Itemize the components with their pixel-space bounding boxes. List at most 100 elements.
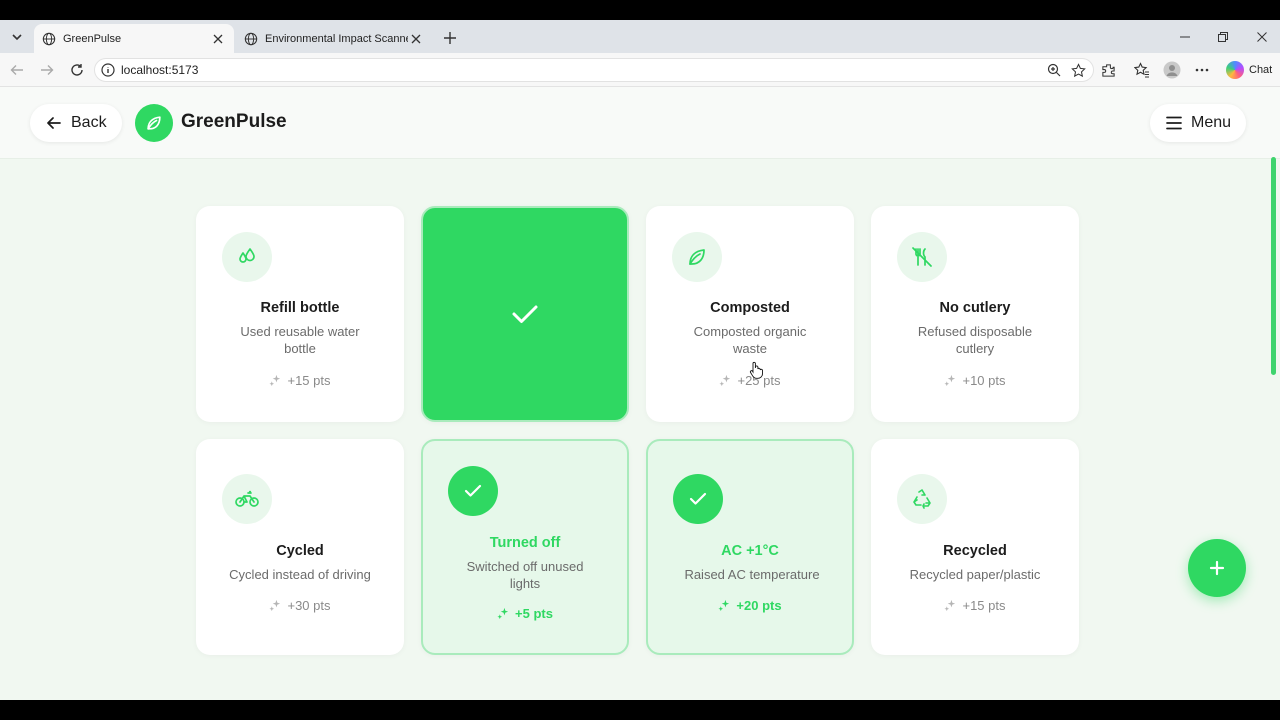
bicycle-icon: [222, 474, 272, 524]
sparkle-icon: [944, 599, 956, 612]
favorites-icon[interactable]: [1132, 60, 1152, 80]
points-text: +30 pts: [287, 598, 331, 613]
address-bar[interactable]: localhost:5173: [94, 58, 1094, 82]
menu-label: Menu: [1191, 114, 1232, 131]
reload-button[interactable]: [67, 60, 87, 80]
check-badge: [448, 466, 498, 516]
more-options-icon[interactable]: [1192, 60, 1212, 80]
back-label: Back: [71, 114, 107, 131]
sparkle-icon: [719, 374, 731, 387]
close-window-button[interactable]: [1252, 28, 1272, 46]
card-description: Switched off unused lights: [466, 559, 584, 591]
extensions-icon[interactable]: [1098, 60, 1118, 80]
card-title: AC +1°C: [721, 543, 779, 559]
sparkle-icon: [269, 374, 281, 387]
zoom-icon[interactable]: [1045, 61, 1063, 79]
sparkle-icon: [269, 599, 281, 612]
action-card-flipped[interactable]: [421, 206, 629, 422]
reload-icon: [71, 64, 83, 76]
tab-title: GreenPulse: [63, 32, 122, 45]
card-description: Raised AC temperature: [684, 567, 820, 582]
add-action-button[interactable]: [1188, 539, 1246, 597]
bookmark-star-icon[interactable]: [1069, 61, 1087, 79]
url-text: localhost:5173: [121, 63, 199, 77]
arrow-right-icon: [41, 65, 54, 75]
screen-top-border: [0, 0, 1280, 20]
points-text: +10 pts: [962, 373, 1006, 388]
sparkle-icon: [497, 607, 509, 620]
card-points: +15 pts: [871, 598, 1079, 613]
back-nav-button[interactable]: [7, 60, 27, 80]
card-title: No cutlery: [939, 300, 1011, 316]
chat-label: Chat: [1249, 64, 1273, 76]
minimize-button[interactable]: [1175, 28, 1195, 46]
app-header: Back GreenPulse Menu: [0, 87, 1280, 159]
points-text: +15 pts: [962, 598, 1006, 613]
minimize-icon: [1180, 36, 1190, 38]
action-card-recycled[interactable]: Recycled Recycled paper/plastic +15 pts: [871, 439, 1079, 655]
browser-tab-scanner[interactable]: Environmental Impact Scanner: [236, 24, 432, 53]
points-text: +5 pts: [515, 606, 553, 621]
no-cutlery-icon: [897, 232, 947, 282]
card-title: Cycled: [276, 543, 324, 559]
check-icon: [512, 305, 538, 323]
browser-tab-greenpulse[interactable]: GreenPulse: [34, 24, 234, 53]
screen-bottom-border: [0, 700, 1280, 720]
page-scrollbar[interactable]: [1271, 157, 1276, 375]
restore-button[interactable]: [1213, 28, 1233, 46]
close-icon[interactable]: [210, 31, 226, 47]
restore-icon: [1218, 32, 1228, 42]
card-description: Recycled paper/plastic: [909, 567, 1041, 582]
close-icon[interactable]: [408, 31, 424, 47]
card-points: +30 pts: [196, 598, 404, 613]
hand-cursor-icon: [749, 361, 763, 379]
tab-search-button[interactable]: [6, 26, 28, 48]
action-card-refill-bottle[interactable]: Refill bottle Used reusable water bottle…: [196, 206, 404, 422]
action-card-turned-off[interactable]: Turned off Switched off unused lights +5…: [421, 439, 629, 655]
leaf-icon: [672, 232, 722, 282]
plus-icon: [1209, 560, 1225, 576]
profile-avatar-icon[interactable]: [1162, 60, 1182, 80]
card-description: Used reusable water bottle: [240, 324, 360, 356]
hamburger-icon: [1166, 116, 1182, 130]
card-description: Cycled instead of driving: [229, 567, 371, 582]
action-card-composted[interactable]: Composted Composted organic waste +25 pt…: [646, 206, 854, 422]
points-text: +20 pts: [736, 598, 782, 613]
card-title: Recycled: [943, 543, 1007, 559]
brand-name: GreenPulse: [181, 111, 287, 132]
sparkle-icon: [944, 374, 956, 387]
points-text: +15 pts: [287, 373, 331, 388]
chevron-down-icon: [12, 34, 22, 41]
new-tab-button[interactable]: [440, 28, 460, 48]
water-drops-icon: [222, 232, 272, 282]
card-title: Refill bottle: [260, 300, 340, 316]
action-card-no-cutlery[interactable]: No cutlery Refused disposable cutlery +1…: [871, 206, 1079, 422]
forward-nav-button[interactable]: [37, 60, 57, 80]
recycle-icon: [897, 474, 947, 524]
copilot-icon: [1226, 61, 1244, 79]
card-points: +10 pts: [871, 373, 1079, 388]
app-page: Back GreenPulse Menu Refill bottle Used …: [0, 87, 1280, 700]
card-title: Turned off: [489, 535, 561, 551]
sparkle-icon: [718, 599, 730, 612]
arrow-left-icon: [47, 117, 61, 129]
copilot-chat-button[interactable]: Chat: [1222, 58, 1274, 82]
action-card-cycled[interactable]: Cycled Cycled instead of driving +30 pts: [196, 439, 404, 655]
leaf-icon: [147, 116, 161, 130]
card-points: +5 pts: [423, 606, 627, 621]
site-info-icon[interactable]: [100, 62, 116, 78]
check-icon: [689, 492, 707, 505]
globe-icon: [244, 32, 258, 45]
card-title: Composted: [710, 300, 790, 316]
menu-button[interactable]: Menu: [1150, 104, 1246, 142]
action-card-ac[interactable]: AC +1°C Raised AC temperature +20 pts: [646, 439, 854, 655]
check-icon: [464, 484, 482, 497]
card-points: +20 pts: [648, 598, 852, 613]
close-icon: [1257, 32, 1267, 42]
arrow-left-icon: [10, 65, 23, 75]
check-badge: [673, 474, 723, 524]
globe-icon: [42, 32, 56, 45]
app-logo: [135, 104, 173, 142]
back-button[interactable]: Back: [30, 104, 122, 142]
card-description: Composted organic waste: [693, 324, 807, 356]
